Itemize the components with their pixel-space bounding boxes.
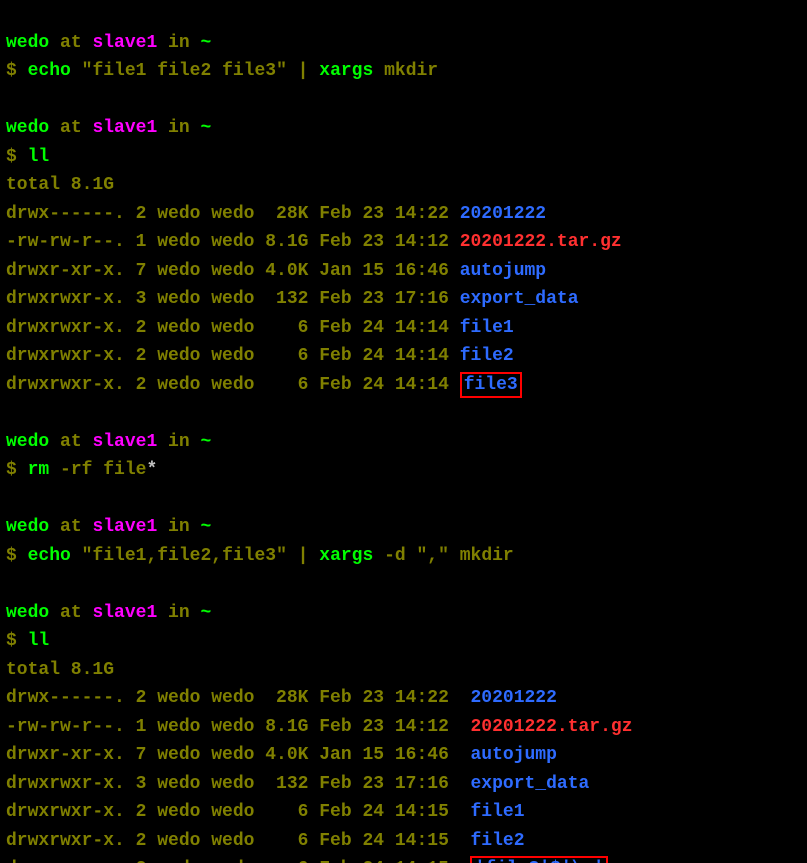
prompt-line: wedo at slave1 in ~	[6, 118, 211, 138]
command-line: $ ll	[6, 147, 49, 167]
cmd-arg: "file1 file2 file3"	[82, 61, 287, 81]
ls-listing: drwx------. 2 wedo wedo 28K Feb 23 14:22…	[6, 204, 622, 395]
ls-row: drwxrwxr-x. 2 wedo wedo 6 Feb 24 14:15	[6, 831, 470, 851]
ls-filename: 20201222	[460, 204, 546, 224]
ls-row: drwxrwxr-x. 2 wedo wedo 6 Feb 24 14:14	[6, 375, 460, 395]
cmd-arg: -d ","	[384, 546, 460, 566]
terminal-output[interactable]: wedo at slave1 in ~ $ echo "file1 file2 …	[0, 0, 807, 863]
ls-row: drwxrwxr-x. 2 wedo wedo 6 Feb 24 14:15	[6, 859, 470, 863]
ls-filename: 20201222.tar.gz	[460, 232, 622, 252]
glob-star: *	[146, 460, 157, 480]
command-line: $ ll	[6, 631, 49, 651]
cmd-arg: -rf file	[60, 460, 146, 480]
ls-row: drwx------. 2 wedo wedo 28K Feb 23 14:22	[6, 204, 460, 224]
ls-row: drwxrwxr-x. 3 wedo wedo 132 Feb 23 17:16	[6, 289, 460, 309]
ls-row: drwxrwxr-x. 2 wedo wedo 6 Feb 24 14:14	[6, 346, 460, 366]
prompt-at: at	[49, 33, 92, 53]
cmd-ll: ll	[28, 147, 50, 167]
ls-row: drwxrwxr-x. 3 wedo wedo 132 Feb 23 17:16	[6, 774, 470, 794]
ls-filename: 20201222.tar.gz	[470, 717, 632, 737]
ls-total: total 8.1G	[6, 175, 114, 195]
ls-filename: 20201222	[470, 688, 556, 708]
ls-filename: export_data	[460, 289, 579, 309]
ls-filename: autojump	[470, 745, 556, 765]
ls-filename: file1	[460, 318, 514, 338]
cmd-rm: rm	[28, 460, 60, 480]
ls-listing: drwx------. 2 wedo wedo 28K Feb 23 14:22…	[6, 688, 633, 863]
prompt-symbol: $	[6, 61, 17, 81]
ls-row: drwx------. 2 wedo wedo 28K Feb 23 14:22	[6, 688, 470, 708]
cmd-echo: echo	[28, 61, 82, 81]
ls-filename: export_data	[470, 774, 589, 794]
ls-row: drwxr-xr-x. 7 wedo wedo 4.0K Jan 15 16:4…	[6, 261, 460, 281]
prompt-host: slave1	[92, 33, 157, 53]
ls-filename: autojump	[460, 261, 546, 281]
cmd-mkdir: mkdir	[384, 61, 438, 81]
ls-row: drwxr-xr-x. 7 wedo wedo 4.0K Jan 15 16:4…	[6, 745, 470, 765]
prompt-line: wedo at slave1 in ~	[6, 33, 211, 53]
command-line: $ echo "file1 file2 file3" | xargs mkdir	[6, 61, 438, 81]
ls-filename: file2	[460, 346, 514, 366]
prompt-line: wedo at slave1 in ~	[6, 603, 211, 623]
cmd-arg: "file1,file2,file3"	[82, 546, 287, 566]
prompt-path: ~	[200, 33, 211, 53]
ls-row: -rw-rw-r--. 1 wedo wedo 8.1G Feb 23 14:1…	[6, 717, 470, 737]
prompt-in: in	[157, 33, 200, 53]
prompt-line: wedo at slave1 in ~	[6, 432, 211, 452]
cmd-xargs: xargs	[319, 61, 384, 81]
ls-filename: file1	[470, 802, 524, 822]
ls-filename: 'file3'$'\n'	[474, 859, 604, 863]
command-line: $ echo "file1,file2,file3" | xargs -d ",…	[6, 546, 514, 566]
command-line: $ rm -rf file*	[6, 460, 157, 480]
ls-row: drwxrwxr-x. 2 wedo wedo 6 Feb 24 14:14	[6, 318, 460, 338]
ls-row: drwxrwxr-x. 2 wedo wedo 6 Feb 24 14:15	[6, 802, 470, 822]
cmd-mkdir: mkdir	[460, 546, 514, 566]
ls-filename: file3	[464, 375, 518, 395]
highlight-box: file3	[460, 372, 522, 398]
cmd-pipe: |	[287, 61, 319, 81]
highlight-box: 'file3'$'\n'	[470, 856, 608, 863]
prompt-user: wedo	[6, 33, 49, 53]
ls-filename: file2	[470, 831, 524, 851]
ls-row: -rw-rw-r--. 1 wedo wedo 8.1G Feb 23 14:1…	[6, 232, 460, 252]
prompt-line: wedo at slave1 in ~	[6, 517, 211, 537]
ls-total: total 8.1G	[6, 660, 114, 680]
